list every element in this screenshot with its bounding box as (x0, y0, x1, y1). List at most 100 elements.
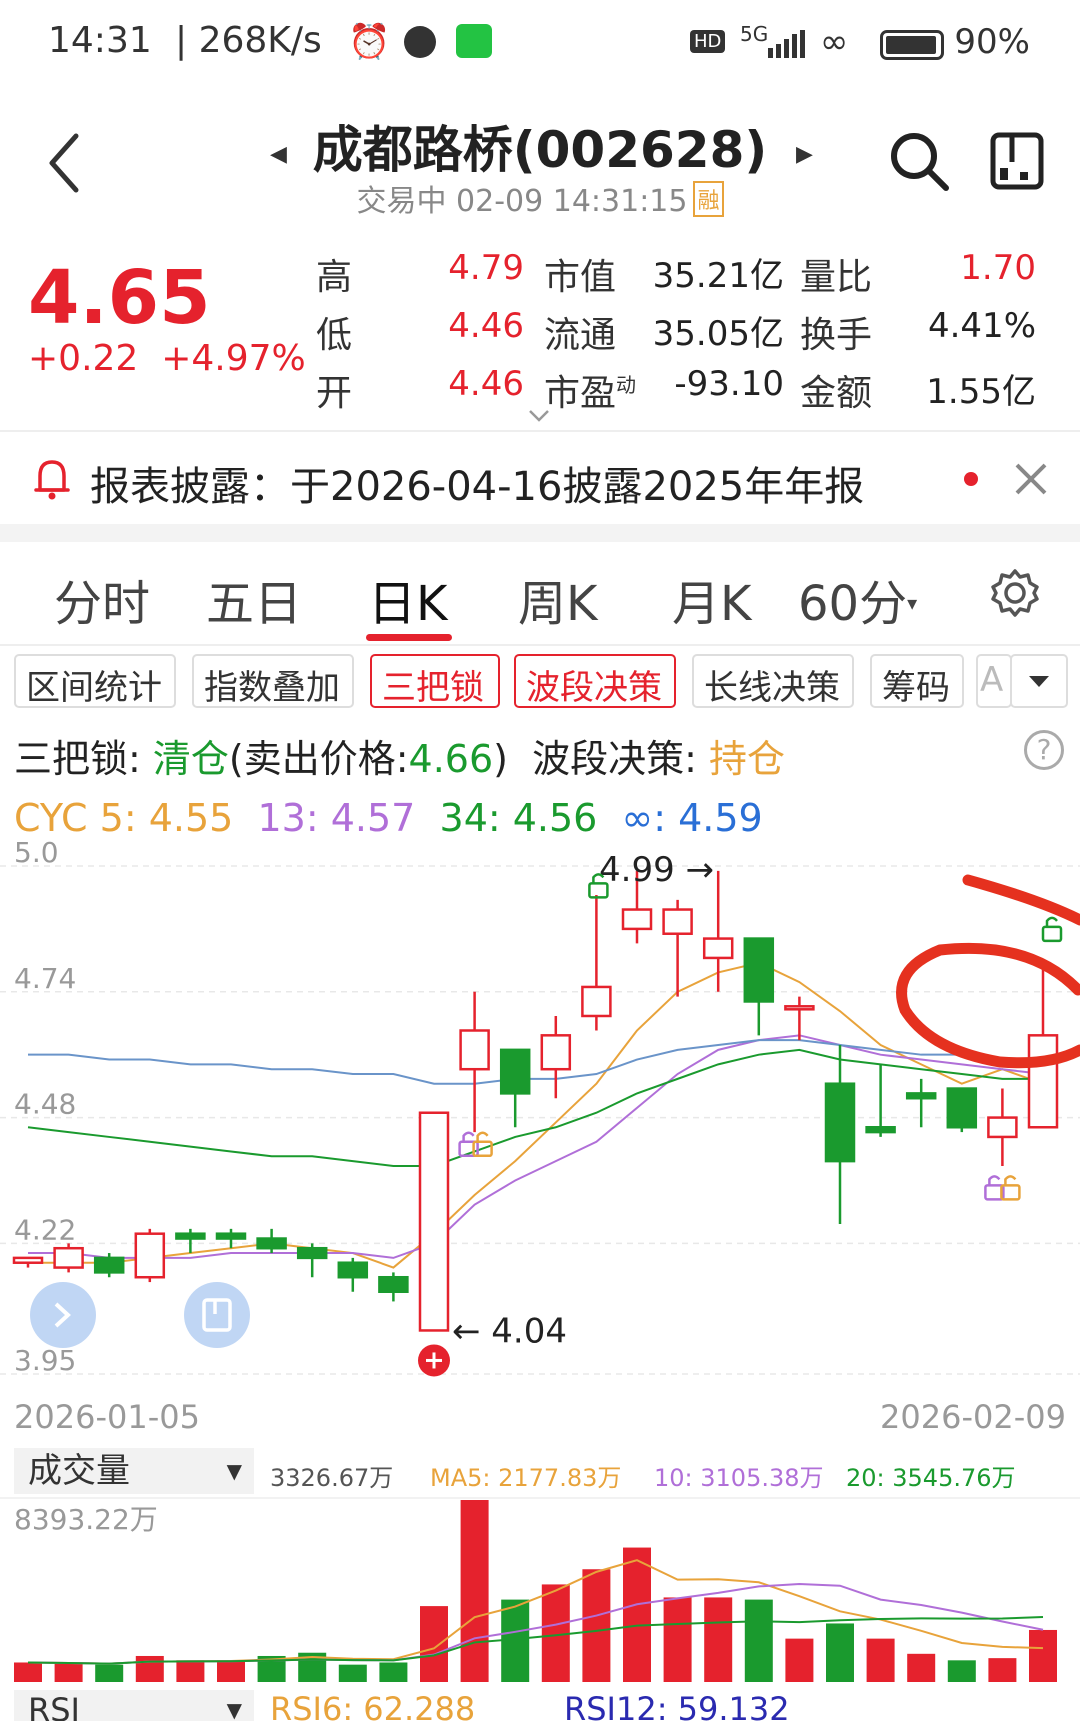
chip-band-decision[interactable]: 波段决策 (514, 654, 676, 708)
y-tick-label: 3.95 (14, 1344, 76, 1377)
quote-value: 4.46 (448, 364, 524, 404)
quote-label: 高 (316, 257, 353, 298)
quote-value: 35.05亿 (652, 314, 784, 354)
floating-collapse-button[interactable] (30, 1282, 96, 1348)
volume-header: 成交量 ▼ 3326.67万 MA5: 2177.83万 10: 3105.38万… (14, 1448, 1074, 1494)
tab-monthly-k[interactable]: 月K (672, 564, 751, 634)
cyc-line-34 (27, 1048, 1043, 1167)
search-icon[interactable] (888, 130, 950, 192)
cyc-line-13 (28, 1034, 1044, 1259)
candle-body (743, 937, 775, 1003)
active-tab-indicator (366, 634, 452, 641)
chips-dropdown-button[interactable] (1010, 654, 1068, 708)
chip-three-locks[interactable]: 三把锁 (370, 654, 500, 708)
margin-badge: 融 (693, 181, 724, 217)
quote-label: 换手 (800, 315, 873, 356)
candle-body (905, 1092, 937, 1100)
candle-body (1027, 1034, 1059, 1129)
close-icon[interactable] (1014, 462, 1048, 500)
volume-bar (14, 1662, 42, 1682)
candle-body (53, 1246, 84, 1269)
volume-bar (663, 1597, 692, 1682)
cyc-infinity: ∞: 4.59 (621, 796, 763, 840)
quote-label: 金额 (800, 373, 873, 414)
three-locks-value: 清仓 (152, 737, 229, 781)
lock-icon (472, 1131, 493, 1158)
candle-body (215, 1232, 247, 1240)
next-stock-arrow-icon[interactable]: ▶ (796, 142, 813, 167)
volume-bar (338, 1664, 367, 1682)
candle-body (702, 937, 734, 960)
chip-chips[interactable]: 筹码 (870, 654, 964, 708)
volume-bar (217, 1660, 245, 1682)
help-icon[interactable]: ? (1024, 730, 1064, 770)
candle-body (418, 1111, 450, 1332)
tab-60min[interactable]: 60分▾ (798, 564, 917, 634)
sell-price: 4.66 (408, 737, 494, 781)
y-tick-label: 4.48 (14, 1088, 76, 1121)
chip-index-overlay[interactable]: 指数叠加 (192, 654, 354, 708)
tab-five-day[interactable]: 五日 (206, 564, 302, 634)
kline-chart[interactable]: 5.0 4.74 4.48 4.22 3.95 4.99 → ← 4.04 (0, 840, 1080, 1400)
y-tick-label: 5.0 (14, 840, 59, 869)
date-start: 2026-01-05 (14, 1398, 200, 1436)
tab-daily-k[interactable]: 日K (368, 564, 447, 634)
cyc-13: 13: 4.57 (257, 796, 416, 840)
quote-value: 1.55亿 (926, 372, 1036, 412)
candle-body (459, 1029, 490, 1071)
share-icon[interactable] (990, 132, 1044, 190)
price-change: +0.22 +4.97% (28, 338, 306, 379)
notice-bar[interactable]: 报表披露：于2026-04-16披露2025年年报 (0, 432, 1080, 524)
volume-ma5: MA5: 2177.83万 (430, 1464, 622, 1492)
candle-body (256, 1237, 287, 1250)
tab-weekly-k[interactable]: 周K (518, 564, 597, 634)
unread-dot (964, 472, 978, 486)
volume-chart[interactable] (0, 1490, 1080, 1686)
quote-value: 35.21亿 (652, 256, 784, 296)
max-price-label: 4.99 → (599, 850, 714, 890)
chip-more[interactable]: A (976, 654, 1012, 708)
candle-body (337, 1261, 369, 1279)
rsi-indicator-select[interactable]: RSI ▼ (14, 1690, 254, 1721)
quote-label: 低 (316, 315, 353, 356)
min-price-label: ← 4.04 (452, 1311, 567, 1351)
volume-bar (379, 1662, 408, 1682)
y-tick-label: 4.74 (14, 962, 76, 995)
chip-range-stats[interactable]: 区间统计 (14, 654, 176, 708)
status-bar: 14:31 | 268K/s ⏰ HD 5G ∞ 90% (0, 0, 1080, 90)
candle-body (824, 1082, 856, 1163)
volume-bar (907, 1653, 936, 1682)
floating-share-button[interactable] (184, 1282, 250, 1348)
rsi12-value: RSI12: 59.132 (564, 1690, 790, 1721)
signal-icon (768, 30, 808, 58)
hd-icon: HD (690, 30, 726, 53)
quote-label: 量比 (800, 257, 873, 298)
y-tick-label: 4.22 (14, 1213, 76, 1246)
volume-bar (785, 1638, 814, 1682)
settings-gear-icon[interactable] (990, 568, 1040, 622)
candle-body (296, 1246, 328, 1260)
cyc-line-∞ (28, 1039, 1044, 1085)
expand-chevron-down-icon[interactable] (528, 408, 550, 427)
quote-value: 1.70 (960, 248, 1036, 288)
volume-current: 3326.67万 (270, 1464, 394, 1492)
volume-bar (582, 1569, 611, 1682)
volume-indicator-select[interactable]: 成交量 ▼ (14, 1448, 254, 1494)
volume-bar (176, 1660, 205, 1682)
volume-ma20: 20: 3545.76万 (846, 1464, 1016, 1492)
bell-icon (32, 456, 72, 506)
volume-bar (54, 1663, 83, 1682)
quote-value: 4.46 (448, 306, 524, 346)
battery-icon (880, 30, 944, 60)
candle-body (378, 1275, 409, 1294)
cyc-legend: CYC 5: 4.55 13: 4.57 34: 4.56 ∞: 4.59 (14, 796, 763, 840)
quote-label: 市盈动 (544, 373, 637, 414)
candle-body (662, 908, 693, 935)
rsi-header: RSI ▼ RSI6: 62.288 RSI12: 59.132 (14, 1690, 1074, 1721)
wechat-icon (456, 24, 492, 58)
chip-long-decision[interactable]: 长线决策 (692, 654, 854, 708)
tab-minute[interactable]: 分时 (54, 564, 150, 634)
band-decision-value: 持仓 (709, 737, 786, 781)
prev-stock-arrow-icon[interactable]: ◀ (270, 142, 287, 167)
quote-value: 4.79 (448, 248, 524, 288)
